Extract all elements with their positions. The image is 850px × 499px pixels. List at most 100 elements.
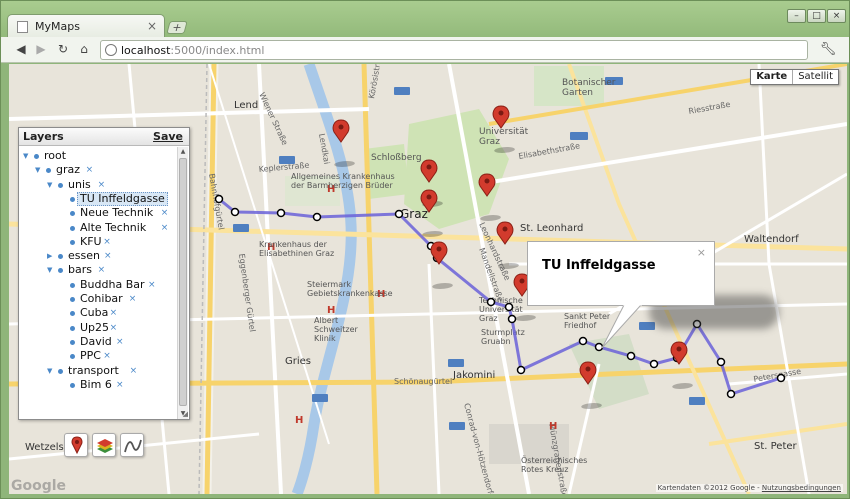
map-type-karte-button[interactable]: Karte [751,70,792,84]
layer-label[interactable]: Cuba [80,306,108,320]
marker-pin-icon [331,119,358,168]
url-path: :5000/index.html [170,44,265,57]
layer-label[interactable]: transport [68,364,119,378]
expand-toggle-open-icon[interactable]: ▼ [23,149,32,163]
google-logo: Google [11,478,67,494]
polyline-icon [124,439,142,453]
marker-pin-icon [477,173,504,222]
save-button[interactable]: Save [153,130,183,143]
expand-toggle-open-icon[interactable]: ▼ [47,364,56,378]
scroll-up-icon[interactable]: ▲ [178,147,188,157]
info-window-title: TU Inffeldgasse [542,258,656,273]
browser-window: MyMaps × + – □ × ◀ ▶ ↻ ⌂ localhost:5000/… [0,0,850,499]
layer-label[interactable]: essen [68,249,100,263]
new-tab-button[interactable]: + [166,21,188,34]
marker-icon [71,436,83,455]
layer-bullet-icon [70,339,75,345]
layer-label[interactable]: Up25 [80,321,109,335]
info-window-close-icon[interactable]: × [697,246,706,259]
browser-tab[interactable]: MyMaps × [7,14,165,38]
layer-bullet-icon [46,168,51,174]
layer-label[interactable]: graz [56,163,80,177]
marker-pin-icon [491,105,518,154]
reload-icon[interactable]: ↻ [55,41,71,57]
terms-link[interactable]: Nutzungsbedingungen [762,484,841,492]
layer-label[interactable]: Neue Technik [80,206,153,220]
delete-layer-icon[interactable]: × [104,249,112,263]
layers-stack-icon [97,439,113,453]
back-arrow-icon[interactable]: ◀ [13,41,29,57]
layer-bullet-icon [70,325,75,331]
expand-toggle-closed-icon[interactable]: ▶ [47,249,56,263]
delete-layer-icon[interactable]: × [110,306,118,320]
home-icon[interactable]: ⌂ [76,41,92,57]
layer-label[interactable]: PPC [80,349,101,363]
delete-layer-icon[interactable]: × [110,321,118,335]
layer-label[interactable]: KFU [80,235,102,249]
delete-layer-icon[interactable]: × [103,349,111,363]
layer-bullet-icon [70,354,75,360]
delete-layer-icon[interactable]: × [116,378,124,392]
delete-layer-icon[interactable]: × [103,235,111,249]
delete-layer-icon[interactable]: × [86,163,94,177]
tab-close-icon[interactable]: × [147,19,157,33]
layer-label[interactable]: Bim 6 [80,378,112,392]
expand-toggle-open-icon[interactable]: ▼ [35,163,44,177]
layer-bullet-icon [58,182,63,188]
polyline-tool[interactable] [120,433,144,457]
layers-tool[interactable] [92,433,116,457]
add-marker-tool[interactable] [64,433,88,457]
layer-label[interactable]: David [80,335,112,349]
layer-label[interactable]: bars [68,263,92,277]
forward-arrow-icon[interactable]: ▶ [33,41,49,57]
info-window: TU Inffeldgasse × [527,241,715,306]
wrench-icon[interactable]: 🔧︎ [819,41,837,59]
resize-grip-icon[interactable]: ◢ [183,410,188,418]
delete-layer-icon[interactable]: × [116,335,124,349]
layers-panel-header: Layers Save [19,128,189,146]
map-attribution: Kartendaten ©2012 Google - Nutzungsbedin… [655,484,843,492]
layer-bullet-icon [70,311,75,317]
delete-layer-icon[interactable]: × [98,263,106,277]
layer-label[interactable]: TU Inffeldgasse [77,191,168,206]
delete-layer-icon[interactable]: × [129,292,137,306]
browser-titlebar: MyMaps × + – □ × [1,1,849,38]
layer-label[interactable]: unis [68,178,91,192]
layer-bullet-icon [70,239,75,245]
map-type-control: Karte Satellit [750,69,839,85]
layers-panel: Layers Save ▼ root ▼ graz × ▼ unis × TU Inffeldg… [18,127,190,420]
delete-layer-icon[interactable]: × [98,178,106,192]
layer-bullet-icon [70,225,75,231]
delete-layer-icon[interactable]: × [148,278,156,292]
layer-bullet-icon [34,154,39,159]
attribution-text: Kartendaten ©2012 Google [657,484,755,492]
layer-tree: ▼root▼graz×▼unis×TU Inffeldgasse×Neue Te… [19,147,179,419]
close-window-button[interactable]: × [827,9,846,23]
info-window-tail [601,304,643,349]
layer-label[interactable]: root [44,149,66,163]
delete-layer-icon[interactable]: × [130,364,138,378]
map-type-satellit-button[interactable]: Satellit [792,70,838,84]
address-bar[interactable]: localhost:5000/index.html [100,40,808,60]
minimize-button[interactable]: – [787,9,806,23]
layer-bullet-icon [70,211,75,217]
delete-layer-icon[interactable]: × [161,206,169,220]
marker-pin-icon [419,189,446,238]
layer-tree-scrollbar[interactable]: ▲ ▼ [177,147,188,419]
layer-label[interactable]: Buddha Bar [80,278,145,292]
layer-label[interactable]: Cohibar [80,292,123,306]
marker-pin-icon [669,341,696,390]
layer-bullet-icon [70,196,75,202]
delete-layer-icon[interactable]: × [161,221,169,235]
scroll-thumb[interactable] [179,158,187,406]
layer-bullet-icon [58,368,63,374]
maximize-button[interactable]: □ [807,9,826,23]
layer-bullet-icon [70,282,75,288]
expand-toggle-open-icon[interactable]: ▼ [47,178,56,192]
layer-label[interactable]: Alte Technik [80,221,146,235]
page-favicon-icon [17,21,28,33]
expand-toggle-open-icon[interactable]: ▼ [47,263,56,277]
url-host: localhost [121,44,171,57]
marker-pin-icon [495,221,522,270]
globe-icon [105,44,117,56]
